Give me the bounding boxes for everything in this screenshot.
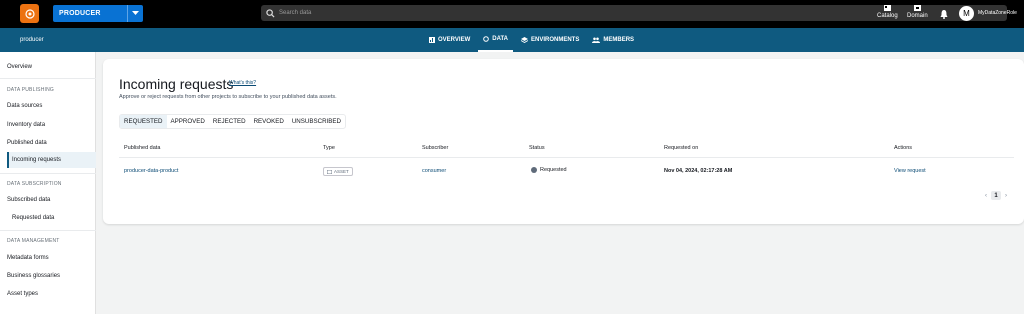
role-name[interactable]: MyDataZoneRole <box>978 10 1017 16</box>
table-header-divider <box>119 157 1014 158</box>
status-pending-icon <box>531 167 537 173</box>
tab-overview-label: OVERVIEW <box>438 37 471 43</box>
filter-approved[interactable]: APPROVED <box>167 115 209 128</box>
requested-on-value: Nov 04, 2024, 02:17:28 AM <box>664 168 733 174</box>
column-header-actions: Actions <box>894 145 913 151</box>
breadcrumb[interactable]: producer <box>20 37 44 43</box>
tab-data-label: DATA <box>492 36 509 42</box>
sidebar-item-subscribed-data[interactable]: Subscribed data <box>7 197 50 203</box>
sidebar-item-requested-data[interactable]: Requested data <box>12 215 54 221</box>
published-data-link[interactable]: producer-data-product <box>124 168 178 174</box>
project-navbar: producer OVERVIEW DATA ENVIRONMENTS MEMB… <box>0 28 1024 52</box>
tab-environments-label: ENVIRONMENTS <box>531 37 580 43</box>
sidebar-item-inventory-data[interactable]: Inventory data <box>7 122 45 128</box>
members-icon <box>592 37 601 43</box>
sidebar-item-incoming-requests[interactable]: Incoming requests <box>12 157 61 163</box>
filter-revoked[interactable]: REVOKED <box>250 115 288 128</box>
page-description: Approve or reject requests from other pr… <box>119 94 337 100</box>
sidebar-item-data-sources[interactable]: Data sources <box>7 103 42 109</box>
sidebar-item-metadata-forms[interactable]: Metadata forms <box>7 255 49 261</box>
pagination: ‹ 1 › <box>985 191 1007 200</box>
filter-requested[interactable]: REQUESTED <box>120 115 167 128</box>
domain-icon <box>913 5 921 11</box>
incoming-requests-card: Incoming requests What's this? Approve o… <box>103 59 1024 224</box>
status-filter: REQUESTED APPROVED REJECTED REVOKED UNSU… <box>119 114 347 129</box>
request-status: Requested <box>531 167 567 173</box>
column-header-published-data[interactable]: Published data <box>124 145 160 151</box>
column-header-type[interactable]: Type <box>323 145 335 151</box>
asset-icon <box>327 169 332 174</box>
status-label: Requested <box>540 167 567 173</box>
tab-members-label: MEMBERS <box>603 37 635 43</box>
environments-icon <box>521 37 529 43</box>
sidebar-item-overview[interactable]: Overview <box>7 64 32 70</box>
current-page[interactable]: 1 <box>991 191 1001 200</box>
catalog-button[interactable]: Catalog <box>877 5 898 19</box>
overview-icon <box>429 37 435 43</box>
domain-button[interactable]: Domain <box>907 5 928 19</box>
domain-label: Domain <box>907 13 928 19</box>
subscriber-link[interactable]: consumer <box>422 168 446 174</box>
whats-this-link[interactable]: What's this? <box>229 80 256 86</box>
search-placeholder: Search data <box>279 10 312 16</box>
section-data-subscription: DATA SUBSCRIPTION <box>7 181 62 187</box>
sidebar-item-business-glossaries[interactable]: Business glossaries <box>7 273 60 279</box>
sidebar-item-published-data[interactable]: Published data <box>7 140 47 146</box>
sidebar-item-asset-types[interactable]: Asset types <box>7 291 38 297</box>
project-tabs: OVERVIEW DATA ENVIRONMENTS MEMBERS <box>424 28 642 52</box>
datazone-logo[interactable] <box>20 4 39 23</box>
chevron-down-icon[interactable] <box>127 5 143 22</box>
asset-type-label: ASSET <box>334 169 349 174</box>
catalog-icon <box>883 5 891 11</box>
filter-unsubscribed[interactable]: UNSUBSCRIBED <box>288 115 345 128</box>
previous-page-icon[interactable]: ‹ <box>985 193 987 199</box>
avatar[interactable]: M <box>959 6 974 21</box>
column-header-status[interactable]: Status <box>529 145 545 151</box>
section-data-management: DATA MANAGEMENT <box>7 238 60 244</box>
column-header-subscriber[interactable]: Subscriber <box>422 145 448 151</box>
data-icon <box>483 36 490 42</box>
catalog-label: Catalog <box>877 13 898 19</box>
tab-overview[interactable]: OVERVIEW <box>424 28 475 52</box>
top-bar: PRODUCER Search data Catalog Domain M My… <box>0 0 1024 28</box>
filter-rejected[interactable]: REJECTED <box>209 115 250 128</box>
logo-icon <box>24 8 35 19</box>
sidebar-divider <box>0 78 96 79</box>
column-header-requested-on[interactable]: Requested on <box>664 145 698 151</box>
sidebar: Overview DATA PUBLISHING Data sources In… <box>0 52 96 314</box>
section-data-publishing: DATA PUBLISHING <box>7 87 54 93</box>
view-request-link[interactable]: View request <box>894 168 926 174</box>
tab-data[interactable]: DATA <box>478 28 514 52</box>
page-title: Incoming requests <box>119 76 234 92</box>
asset-type-badge: ASSET <box>323 167 353 176</box>
sidebar-divider <box>0 173 96 174</box>
tab-environments[interactable]: ENVIRONMENTS <box>516 28 584 52</box>
next-page-icon[interactable]: › <box>1005 193 1007 199</box>
bell-icon[interactable] <box>940 10 948 19</box>
project-selector[interactable]: PRODUCER <box>53 5 143 22</box>
project-name: PRODUCER <box>59 10 101 17</box>
search-icon <box>266 8 275 18</box>
sidebar-divider <box>0 230 96 231</box>
tab-members[interactable]: MEMBERS <box>587 28 639 52</box>
